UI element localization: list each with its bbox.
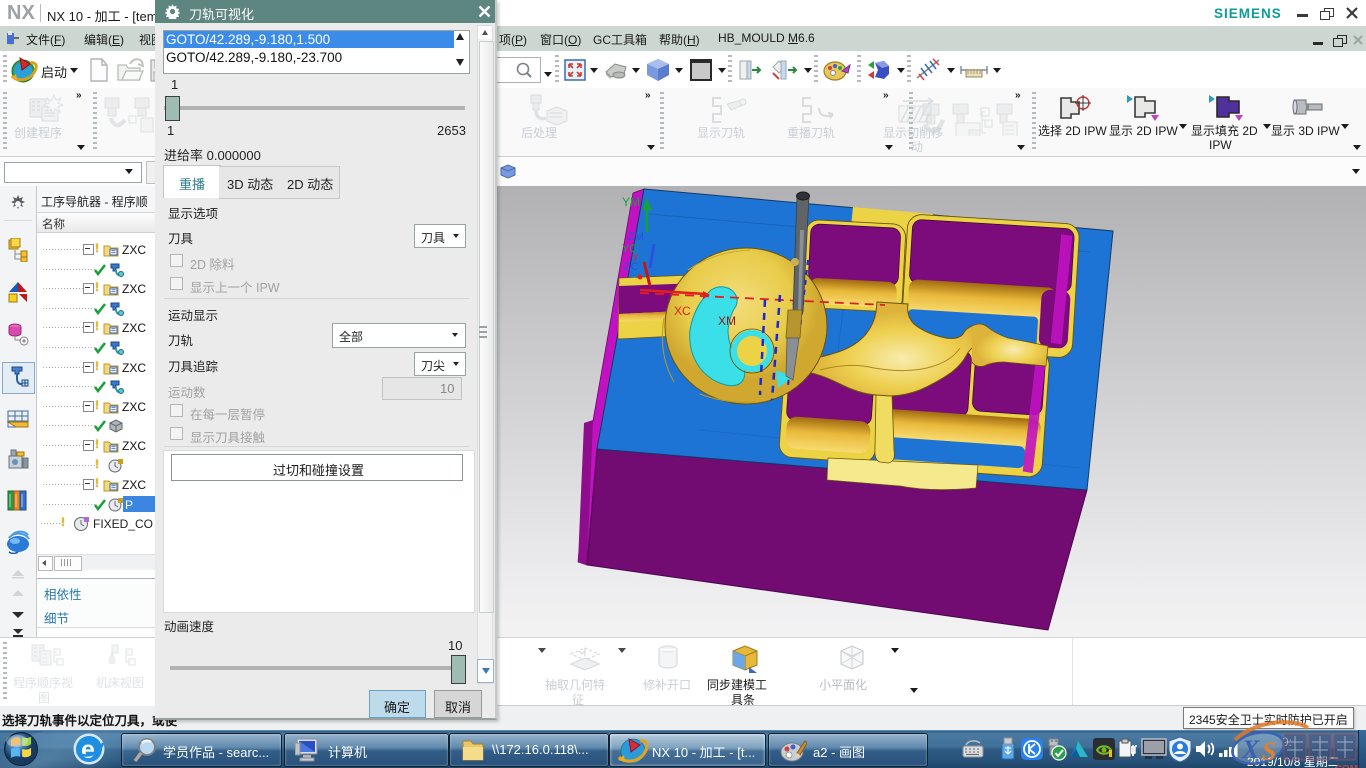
svg-text:e: e: [81, 736, 95, 764]
svg-text:.COM: .COM: [1332, 764, 1358, 768]
svg-text:YM: YM: [622, 195, 640, 209]
svg-text:ZC: ZC: [624, 261, 639, 273]
svg-text:X: X: [1241, 735, 1260, 764]
svg-text:ZM: ZM: [628, 231, 644, 243]
svg-text:XC: XC: [674, 304, 691, 318]
svg-text:S: S: [1262, 737, 1276, 766]
svg-text:XM: XM: [718, 314, 736, 328]
